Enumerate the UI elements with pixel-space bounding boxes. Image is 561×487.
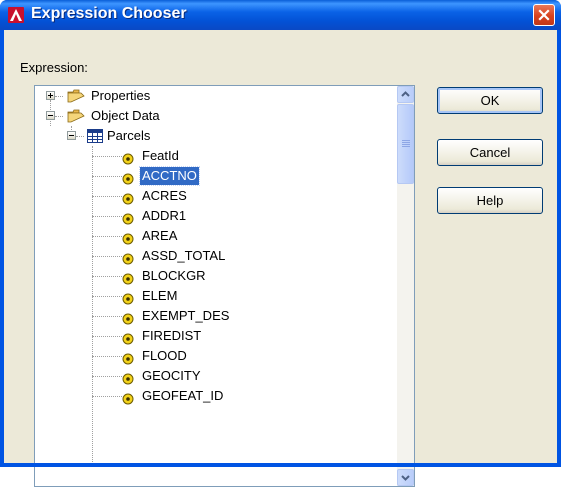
tree-field-item[interactable]: GEOFEAT_ID xyxy=(35,386,395,406)
tree-field-item[interactable]: FeatId xyxy=(35,146,395,166)
tree-field-item[interactable]: ACCTNO xyxy=(35,166,395,186)
expression-tree[interactable]: Properties Object Data Parcels FeatId ACC… xyxy=(34,85,415,487)
tree-label: Object Data xyxy=(91,108,160,123)
collapse-icon[interactable] xyxy=(67,131,76,140)
tree-field-item[interactable]: ACRES xyxy=(35,186,395,206)
vertical-scrollbar[interactable] xyxy=(397,86,414,486)
tree-field-item[interactable]: EXEMPT_DES xyxy=(35,306,395,326)
tree-node-object-data[interactable]: Object Data xyxy=(35,106,395,126)
tree-field-label: GEOFEAT_ID xyxy=(142,388,224,403)
tree-field-label: ACCTNO xyxy=(139,166,200,186)
tree-field-item[interactable]: BLOCKGR xyxy=(35,266,395,286)
tree-field-label: ELEM xyxy=(142,288,178,303)
tree-field-item[interactable]: ADDR1 xyxy=(35,206,395,226)
window-title: Expression Chooser xyxy=(31,5,187,22)
scroll-thumb[interactable] xyxy=(397,104,414,184)
field-icon xyxy=(122,391,134,411)
tree-field-item[interactable]: ELEM xyxy=(35,286,395,306)
tree-field-label: FLOOD xyxy=(142,348,187,363)
tree-field-label: ADDR1 xyxy=(142,208,187,223)
collapse-icon[interactable] xyxy=(46,111,55,120)
tree-node-properties[interactable]: Properties xyxy=(35,86,395,106)
tree-field-item[interactable]: ASSD_TOTAL xyxy=(35,246,395,266)
tree-field-item[interactable]: FLOOD xyxy=(35,346,395,366)
arrow-up-icon xyxy=(401,91,410,97)
autocad-icon xyxy=(8,7,24,23)
expression-label: Expression: xyxy=(20,60,88,75)
close-button[interactable] xyxy=(533,4,555,26)
title-bar[interactable]: Expression Chooser xyxy=(0,0,561,30)
tree-field-label: ASSD_TOTAL xyxy=(142,248,226,263)
expand-icon[interactable] xyxy=(46,91,55,100)
tree-field-label: FeatId xyxy=(142,148,179,163)
tree-field-label: BLOCKGR xyxy=(142,268,206,283)
tree-field-label: GEOCITY xyxy=(142,368,201,383)
close-icon xyxy=(538,9,550,21)
ok-button[interactable]: OK xyxy=(437,87,543,114)
expression-chooser-window: Expression Chooser Expression: Propertie… xyxy=(0,0,561,487)
tree-field-item[interactable]: AREA xyxy=(35,226,395,246)
tree-field-item[interactable]: GEOCITY xyxy=(35,366,395,386)
cancel-button[interactable]: Cancel xyxy=(437,139,543,166)
scroll-up-button[interactable] xyxy=(397,86,414,103)
tree-label: Parcels xyxy=(107,128,151,143)
dialog-body: Expression: Properties Object Data Parce… xyxy=(4,30,557,487)
tree-field-label: FIREDIST xyxy=(142,328,202,343)
scroll-down-button[interactable] xyxy=(397,469,414,486)
tree-field-label: EXEMPT_DES xyxy=(142,308,230,323)
tree-label: Properties xyxy=(91,88,151,103)
help-button[interactable]: Help xyxy=(437,187,543,214)
window-bottom-border xyxy=(0,463,561,467)
arrow-down-icon xyxy=(401,475,410,481)
tree-field-label: AREA xyxy=(142,228,178,243)
tree-field-item[interactable]: FIREDIST xyxy=(35,326,395,346)
tree-field-label: ACRES xyxy=(142,188,187,203)
tree-node-parcels[interactable]: Parcels xyxy=(35,126,395,146)
